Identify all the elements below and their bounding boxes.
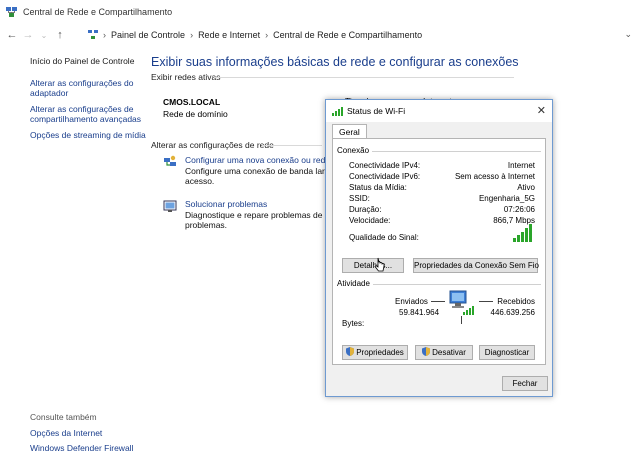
ssid-value: Engenharia_5G	[478, 194, 535, 203]
control-panel-home-link[interactable]: Início do Painel de Controle	[30, 56, 150, 66]
network-type: Rede de domínio	[163, 109, 228, 119]
ipv4-label: Conectividade IPv4:	[349, 161, 421, 170]
troubleshoot-icon	[163, 199, 177, 213]
section-divider	[214, 77, 514, 78]
window-titlebar: Central de Rede e Compartilhamento	[0, 0, 643, 24]
up-arrow-icon[interactable]: ↑	[52, 26, 68, 44]
ipv6-label: Conectividade IPv6:	[349, 172, 421, 181]
activity-divider	[461, 316, 462, 324]
new-connection-icon	[163, 155, 177, 169]
uac-shield-icon	[422, 347, 431, 356]
breadcrumb-network-internet[interactable]: Rede e Internet	[198, 30, 260, 40]
network-center-icon	[6, 6, 17, 18]
sent-bytes-value: 59.841.964	[399, 308, 440, 317]
properties-label: Propriedades	[356, 348, 404, 357]
ipv4-value: Internet	[507, 161, 535, 170]
defender-firewall-link[interactable]: Windows Defender Firewall	[30, 443, 160, 452]
speed-label: Velocidade:	[349, 216, 391, 225]
breadcrumb-network-center[interactable]: Central de Rede e Compartilhamento	[273, 30, 422, 40]
address-dropdown-icon[interactable]: ⌄	[624, 29, 632, 40]
wifi-status-dialog: Status de Wi-Fi ✕ Geral Conexão Conectiv…	[325, 99, 553, 397]
received-line	[479, 301, 493, 302]
active-networks-heading: Exibir redes ativas	[151, 72, 221, 82]
disable-label: Desativar	[432, 348, 466, 357]
change-sharing-settings-link[interactable]: Alterar as configurações de compartilham…	[30, 104, 150, 124]
ssid-label: SSID:	[349, 194, 370, 203]
breadcrumb-separator-icon: ›	[265, 30, 269, 40]
properties-button[interactable]: Propriedades	[342, 345, 408, 360]
close-button[interactable]: Fechar	[502, 376, 548, 391]
dialog-titlebar: Status de Wi-Fi ✕	[326, 100, 552, 122]
dialog-title: Status de Wi-Fi	[347, 106, 406, 116]
bytes-label: Bytes:	[342, 319, 365, 328]
diagnose-button[interactable]: Diagnosticar	[479, 345, 535, 360]
signal-quality-label: Qualidade do Sinal:	[349, 233, 419, 242]
internet-options-link[interactable]: Opções da Internet	[30, 428, 160, 438]
connection-group-label: Conexão	[337, 146, 373, 155]
media-streaming-options-link[interactable]: Opções de streaming de mídia	[30, 130, 150, 140]
details-button[interactable]: Detalhes...	[342, 258, 404, 273]
disable-button[interactable]: Desativar	[415, 345, 473, 360]
wifi-signal-icon	[332, 106, 343, 116]
wireless-properties-button[interactable]: Propriedades da Conexão Sem Fio	[413, 258, 539, 273]
navigation-bar: ← → ⌄ ↑ › Painel de Controle › Rede e In…	[0, 24, 643, 46]
duration-value: 07:26:06	[503, 205, 535, 214]
control-panel-icon	[88, 30, 98, 40]
received-bytes-value: 446.639.256	[490, 308, 536, 317]
network-activity-icon	[447, 289, 475, 317]
forward-arrow-icon[interactable]: →	[20, 26, 36, 44]
activity-group-label: Atividade	[337, 279, 373, 288]
received-label: Recebidos	[497, 297, 535, 306]
sent-label: Enviados	[395, 297, 428, 306]
address-bar[interactable]: › Painel de Controle › Rede e Internet ›…	[88, 26, 636, 44]
mouse-cursor-icon	[374, 257, 386, 273]
page-title: Exibir suas informações básicas de rede …	[151, 55, 519, 69]
close-icon[interactable]: ✕	[537, 104, 546, 117]
change-settings-heading: Alterar as configurações de rede	[151, 140, 274, 150]
general-panel: Conexão Conectividade IPv4: Internet Con…	[332, 138, 546, 365]
network-name: CMOS.LOCAL	[163, 97, 221, 107]
breadcrumb-separator-icon: ›	[103, 30, 106, 40]
tab-general[interactable]: Geral	[332, 124, 367, 139]
uac-shield-icon	[346, 347, 355, 356]
breadcrumb-separator-icon: ›	[190, 30, 194, 40]
media-status-value: Ativo	[517, 183, 535, 192]
ipv6-value: Sem acesso à Internet	[454, 172, 535, 181]
window-title: Central de Rede e Compartilhamento	[23, 7, 173, 17]
media-status-label: Status da Mídia:	[349, 183, 407, 192]
change-adapter-settings-link[interactable]: Alterar as configurações do adaptador	[30, 78, 150, 98]
see-also-heading: Consulte também	[30, 412, 97, 422]
see-also-pane: Consulte também Opções da Internet Windo…	[30, 412, 160, 452]
breadcrumb-control-panel[interactable]: Painel de Controle	[111, 30, 185, 40]
back-arrow-icon[interactable]: ←	[4, 26, 20, 44]
troubleshoot-link[interactable]: Solucionar problemas	[185, 199, 267, 209]
duration-label: Duração:	[349, 205, 382, 214]
sent-line	[431, 301, 445, 302]
section-divider	[262, 145, 322, 146]
recent-dropdown-icon[interactable]: ⌄	[36, 26, 52, 44]
setup-connection-link[interactable]: Configurar uma nova conexão ou rede	[185, 155, 330, 165]
left-pane: Início do Painel de Controle Alterar as …	[30, 56, 150, 146]
signal-bars-icon	[513, 224, 535, 242]
